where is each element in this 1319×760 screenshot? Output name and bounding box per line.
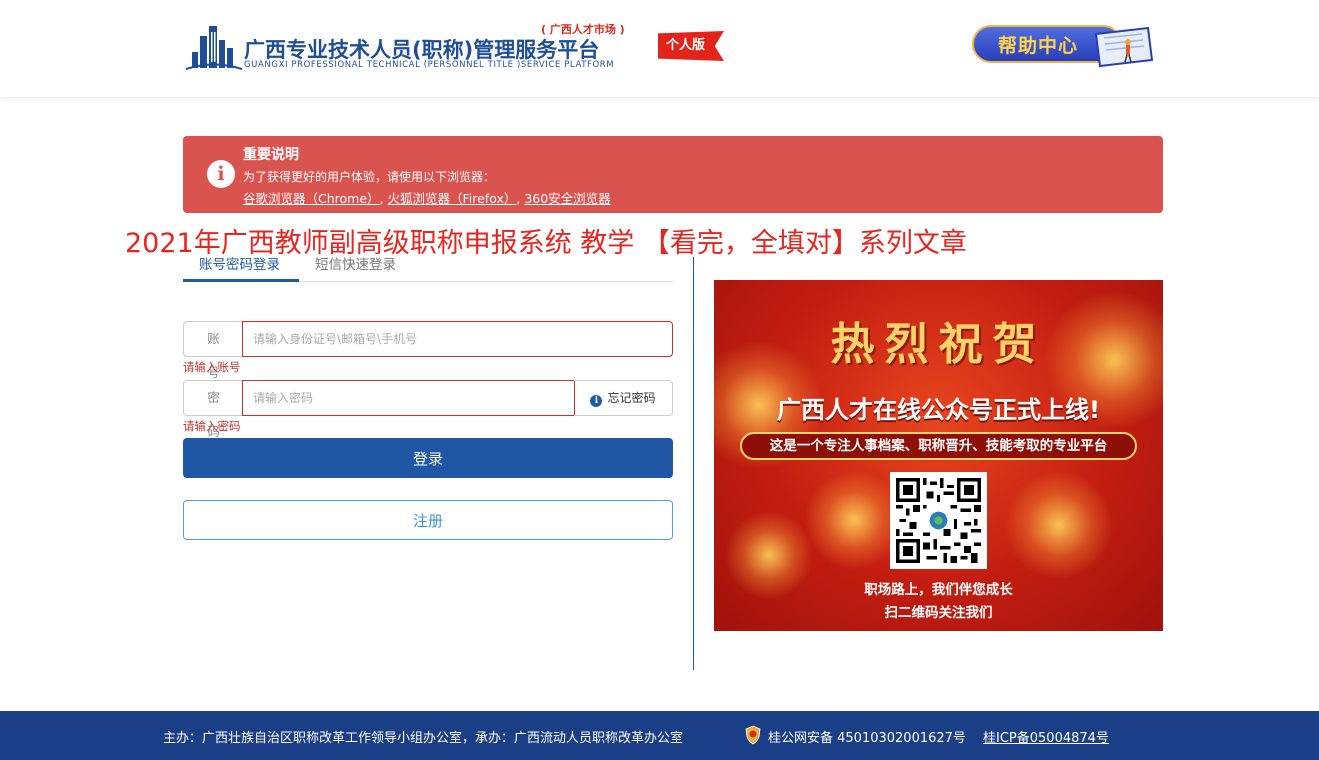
banner-scan-prompt: 扫二维码关注我们 [884, 605, 993, 621]
account-error: 请输入账号 [183, 360, 241, 374]
register-button[interactable]: 注册 [183, 500, 673, 540]
footer-icp-link[interactable]: 桂ICP备05004874号 [983, 727, 1109, 746]
login-tabs: 账号密码登录 短信快速登录 [183, 247, 673, 282]
qr-code-icon [896, 478, 981, 563]
notice-message: 为了获得更好的用户体验，请使用以下浏览器： [243, 170, 496, 184]
firework-decoration [1004, 470, 1114, 580]
login-button[interactable]: 登录 [183, 438, 673, 478]
banner-tagline: 职场路上，我们伴您成长 [864, 582, 1013, 598]
firework-decoration [804, 470, 904, 570]
help-center-button[interactable]: 帮助中心 [972, 22, 1158, 70]
important-notice: i 重要说明 为了获得更好的用户体验，请使用以下浏览器： 谷歌浏览器（Chrom… [183, 136, 1163, 213]
chrome-link[interactable]: 谷歌浏览器（Chrome） [243, 191, 380, 206]
banner-strip: 这是一个专注人事档案、职称晋升、技能考取的专业平台 [740, 432, 1137, 460]
info-circle-icon: i [590, 395, 603, 407]
password-field: 密码 i 忘记密码 [183, 380, 673, 439]
forgot-password-label: 忘记密码 [607, 391, 656, 405]
password-input[interactable] [242, 380, 575, 416]
password-label: 密码 [183, 380, 243, 439]
360-browser-link[interactable]: 360安全浏览器 [524, 191, 610, 206]
info-icon: i [207, 160, 235, 188]
footer-organizers: 主办：广西壮族自治区职称改革工作领导小组办公室，承办：广西流动人员职称改革办公室 [163, 731, 684, 746]
help-center-label: 帮助中心 [998, 35, 1079, 57]
firefox-link[interactable]: 火狐浏览器（Firefox） [387, 191, 516, 206]
footer-psb-record: 桂公网安备 45010302001627号 [768, 731, 966, 746]
active-tab-indicator [183, 279, 299, 282]
edition-badge: 个人版 [658, 31, 724, 61]
account-label: 账号 [183, 321, 243, 380]
vertical-divider [693, 257, 694, 670]
banner-main-text: 广西人才在线公众号正式上线! [777, 396, 1100, 424]
site-footer: 主办：广西壮族自治区职称改革工作领导小组办公室，承办：广西流动人员职称改革办公室… [0, 711, 1319, 760]
tab-password-login[interactable]: 账号密码登录 [199, 253, 280, 273]
banner-heading: 热烈祝贺 [830, 319, 1047, 370]
site-logo[interactable]: ( 广西人才市场 ) 广西专业技术人员(职称)管理服务平台 GUANGXI PR… [186, 20, 726, 72]
notice-title: 重要说明 [243, 147, 299, 163]
book-illustration-icon [1094, 26, 1154, 68]
forgot-password-button[interactable]: i 忘记密码 [574, 380, 673, 416]
qr-code [890, 472, 987, 569]
tab-sms-login[interactable]: 短信快速登录 [315, 253, 396, 273]
password-error: 请输入密码 [183, 419, 241, 433]
browser-links: 谷歌浏览器（Chrome）, 火狐浏览器（Firefox）, 360安全浏览器 [243, 191, 611, 206]
logo-subtitle: GUANGXI PROFESSIONAL TECHNICAL (PERSONNE… [244, 60, 615, 70]
account-input[interactable] [242, 321, 673, 357]
police-badge-icon [745, 725, 761, 745]
building-logo-icon [186, 26, 242, 70]
account-field: 账号 [183, 321, 673, 380]
wechat-promo-banner[interactable]: 热烈祝贺 广西人才在线公众号正式上线! 这是一个专注人事档案、职称晋升、技能考取… [714, 280, 1163, 631]
site-header: ( 广西人才市场 ) 广西专业技术人员(职称)管理服务平台 GUANGXI PR… [0, 0, 1319, 97]
